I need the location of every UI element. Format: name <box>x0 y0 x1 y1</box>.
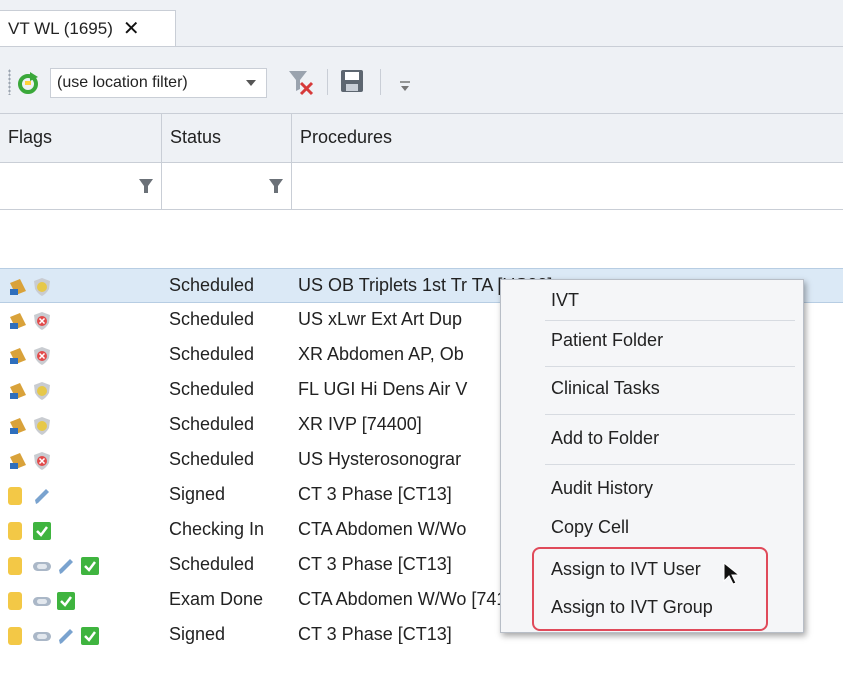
priority-icon <box>8 381 28 401</box>
procedure-cell: CT 3 Phase [CT13] <box>298 484 452 504</box>
menu-separator <box>545 464 795 465</box>
flags-cell <box>8 415 52 437</box>
close-icon[interactable]: ✕ <box>123 16 140 41</box>
filter-icon[interactable] <box>269 179 283 193</box>
shield-yellow-icon <box>32 277 52 297</box>
priority-icon <box>8 311 28 331</box>
shield-yellow-icon <box>32 381 52 401</box>
flags-cell <box>8 345 52 367</box>
priority-icon <box>8 451 28 471</box>
priority-icon <box>8 416 28 436</box>
link-icon <box>32 626 52 646</box>
note-icon <box>8 521 28 541</box>
clear-filter-icon[interactable] <box>286 67 316 97</box>
status-cell: Scheduled <box>169 554 255 574</box>
highlight-annotation <box>532 547 768 631</box>
status-cell: Exam Done <box>169 589 264 609</box>
filter-row <box>0 163 843 210</box>
menu-item-patient-folder[interactable]: Patient Folder <box>551 325 663 355</box>
procedures-filter-cell[interactable] <box>292 163 843 209</box>
shield-red-icon <box>32 311 52 331</box>
flags-cell <box>8 555 100 577</box>
status-cell: Scheduled <box>169 379 255 399</box>
procedure-cell: XR Abdomen AP, Ob <box>298 344 464 364</box>
filter-icon[interactable] <box>139 179 153 193</box>
priority-icon <box>8 277 28 297</box>
tab-label: VT WL (1695) <box>8 18 113 38</box>
shield-yellow-icon <box>32 416 52 436</box>
chevron-down-icon <box>246 80 256 86</box>
flags-cell <box>8 450 52 472</box>
status-cell: Scheduled <box>169 275 255 295</box>
menu-item-clinical-tasks[interactable]: Clinical Tasks <box>551 373 660 403</box>
menu-item-add-to-folder[interactable]: Add to Folder <box>551 423 659 453</box>
column-header-label: Procedures <box>300 127 393 147</box>
pen-icon <box>32 486 52 506</box>
pen-icon <box>56 626 76 646</box>
location-filter-select[interactable]: (use location filter) <box>50 68 267 98</box>
procedure-cell: US xLwr Ext Art Dup <box>298 309 463 329</box>
flags-cell <box>8 590 76 612</box>
flags-cell <box>8 485 52 507</box>
tab-strip: VT WL (1695) ✕ <box>0 0 843 47</box>
procedure-cell: CT 3 Phase [CT13] <box>298 554 452 574</box>
menu-separator <box>545 320 795 321</box>
check-icon <box>80 626 100 646</box>
flags-cell <box>8 520 52 542</box>
toolbar-separator <box>380 69 381 95</box>
procedure-cell: FL UGI Hi Dens Air V <box>298 379 468 399</box>
shield-red-icon <box>32 346 52 366</box>
procedure-cell: XR IVP [74400] <box>298 414 422 434</box>
tab-vt-worklist[interactable]: VT WL (1695) ✕ <box>0 10 176 46</box>
menu-separator <box>545 414 795 415</box>
mouse-pointer-icon <box>723 562 741 585</box>
procedure-cell: US Hysterosonograr <box>298 449 462 469</box>
menu-item-ivt[interactable]: IVT <box>551 285 579 315</box>
status-cell: Signed <box>169 624 226 644</box>
save-icon[interactable] <box>338 67 366 95</box>
flags-filter-cell[interactable] <box>0 163 162 209</box>
column-header-label: Status <box>170 127 222 147</box>
check-icon <box>80 556 100 576</box>
pen-icon <box>56 556 76 576</box>
flags-cell <box>8 380 52 402</box>
column-header-label: Flags <box>8 127 53 147</box>
column-header-status[interactable]: Status <box>162 114 292 162</box>
note-icon <box>8 591 28 611</box>
overflow-icon[interactable] <box>398 77 412 95</box>
check-icon <box>56 591 76 611</box>
toolbar: (use location filter) <box>0 47 843 114</box>
priority-icon <box>8 346 28 366</box>
note-icon <box>8 626 28 646</box>
toolbar-separator <box>327 69 328 95</box>
column-header-flags[interactable]: Flags <box>0 114 162 162</box>
procedure-cell: CTA Abdomen W/Wo <box>298 519 467 539</box>
status-cell: Scheduled <box>169 414 255 434</box>
status-cell: Scheduled <box>169 309 255 329</box>
procedure-cell: CT 3 Phase [CT13] <box>298 624 452 644</box>
status-cell: Scheduled <box>169 344 255 364</box>
flags-cell <box>8 310 52 332</box>
status-cell: Checking In <box>169 519 265 539</box>
menu-separator <box>545 366 795 367</box>
link-icon <box>32 556 52 576</box>
menu-item-audit-history[interactable]: Audit History <box>551 473 653 503</box>
location-filter-value: (use location filter) <box>57 74 188 91</box>
refresh-icon[interactable] <box>16 71 40 95</box>
column-header-procedures[interactable]: Procedures <box>292 114 843 162</box>
menu-item-copy-cell[interactable]: Copy Cell <box>551 512 629 542</box>
flags-cell <box>8 276 52 298</box>
note-icon <box>8 556 28 576</box>
flags-cell <box>8 625 100 647</box>
grid-header: Flags Status Procedures <box>0 114 843 163</box>
shield-red-icon <box>32 451 52 471</box>
link-icon <box>32 591 52 611</box>
status-cell: Scheduled <box>169 449 255 469</box>
check-icon <box>32 521 52 541</box>
status-cell: Signed <box>169 484 226 504</box>
note-icon <box>8 486 28 506</box>
toolbar-grip[interactable] <box>8 69 11 95</box>
status-filter-cell[interactable] <box>162 163 292 209</box>
